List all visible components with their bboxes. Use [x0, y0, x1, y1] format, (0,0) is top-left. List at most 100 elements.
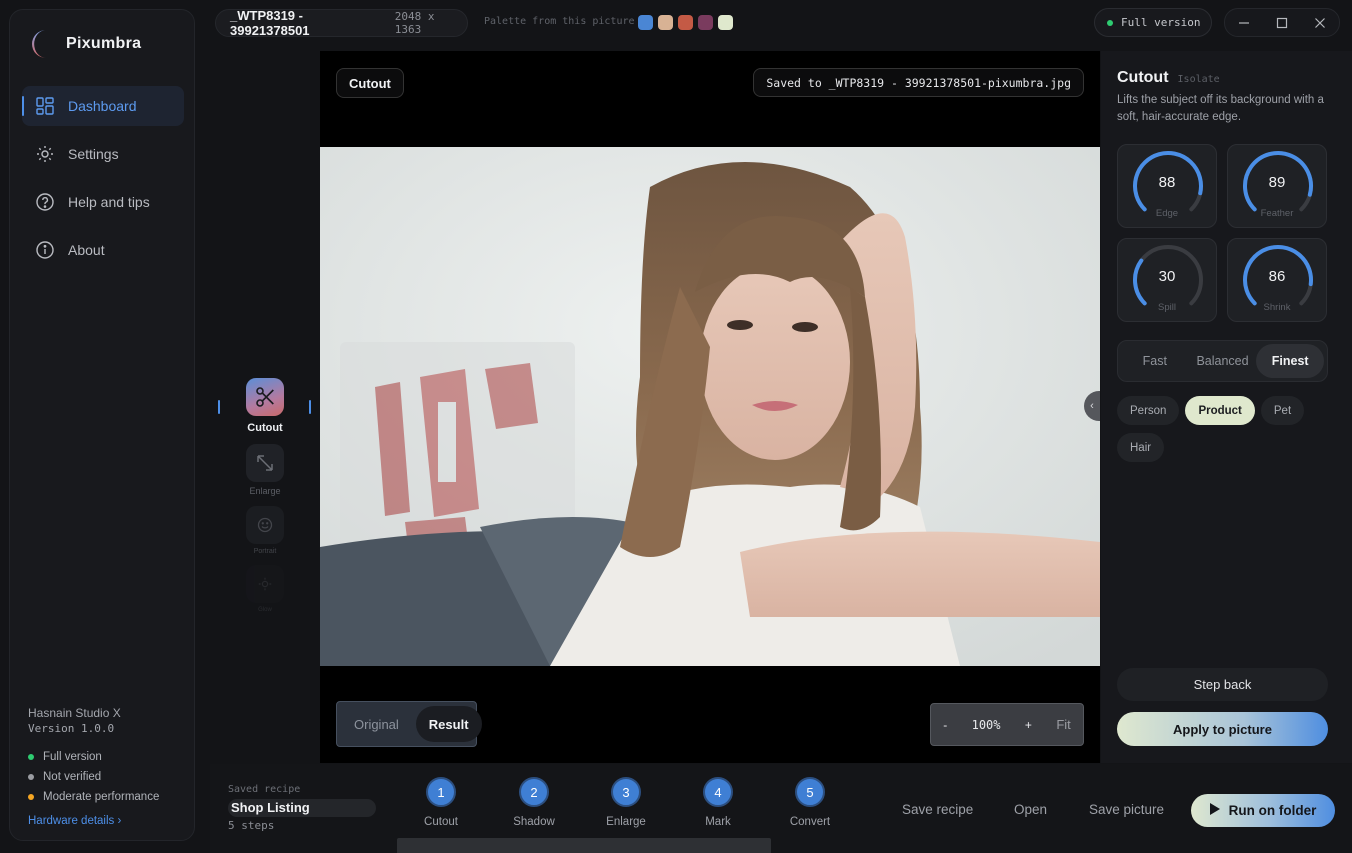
sidebar: Pixumbra Dashboard Settings Help and tip… — [9, 9, 195, 841]
file-dimensions: 2048 x 1363 — [394, 10, 435, 36]
subject-chip-pet[interactable]: Pet — [1260, 396, 1305, 425]
close-icon[interactable] — [1308, 11, 1332, 35]
quality-fast-button[interactable]: Fast — [1121, 344, 1189, 378]
window-controls — [1224, 8, 1340, 37]
palette-swatch[interactable] — [678, 15, 693, 30]
knob-value: 86 — [1268, 268, 1286, 285]
knob-value: 88 — [1158, 174, 1176, 191]
quality-balanced-button[interactable]: Balanced — [1189, 344, 1257, 378]
image-canvas[interactable]: Cutout Saved to _WTP8319 - 39921378501-p… — [320, 51, 1100, 763]
help-circle-icon — [36, 193, 54, 211]
subject-chip-hair[interactable]: Hair — [1117, 433, 1165, 462]
sidebar-item-label: Dashboard — [68, 98, 137, 114]
knob-feather[interactable]: 89 Feather — [1227, 144, 1327, 228]
compare-original-button[interactable]: Original — [341, 706, 412, 742]
active-tool-tag: Cutout — [336, 68, 404, 98]
save-picture-button[interactable]: Save picture — [1089, 802, 1164, 817]
chevron-left-icon: ‹ — [1090, 400, 1094, 412]
tool-settings-panel: Cutout Isolate Lifts the subject off its… — [1101, 51, 1352, 763]
tool-label: Cutout — [247, 422, 283, 434]
step-name: Mark — [705, 816, 731, 828]
zoom-out-button[interactable]: - — [943, 718, 947, 732]
sidebar-footer: Hasnain Studio X Version 1.0.0 Full vers… — [28, 705, 159, 827]
step-name: Enlarge — [606, 816, 646, 828]
status-dot — [28, 774, 34, 780]
sidebar-item-label: About — [68, 242, 105, 258]
step-name: Convert — [789, 816, 831, 828]
smile-face-icon — [246, 506, 284, 544]
info-circle-icon — [36, 241, 54, 259]
horizontal-scrollbar[interactable] — [397, 838, 771, 853]
saved-recipe[interactable]: Saved recipe Shop Listing 5 steps — [228, 784, 376, 832]
step-back-button[interactable]: Step back — [1117, 668, 1328, 701]
subject-chip-product[interactable]: Product — [1185, 396, 1255, 425]
recipe-step[interactable]: 5 Convert — [780, 777, 840, 828]
subject-chips: Person Product Pet Hair — [1117, 396, 1337, 462]
zoom-fit-button[interactable]: Fit — [1056, 717, 1070, 732]
tool-label: Portrait — [253, 548, 277, 555]
palette-swatch[interactable] — [718, 15, 733, 30]
sidebar-item-dashboard[interactable]: Dashboard — [22, 86, 184, 126]
maximize-icon[interactable] — [1270, 11, 1294, 35]
recipe-step[interactable]: 2 Shadow — [504, 777, 564, 828]
tool-glow[interactable]: Glow — [218, 565, 312, 613]
knob-spill[interactable]: 30 Spill — [1117, 238, 1217, 322]
tool-label: Glow — [258, 607, 272, 613]
palette-swatch[interactable] — [698, 15, 713, 30]
status-full-version: Full version — [28, 747, 159, 767]
step-name: Shadow — [513, 816, 555, 828]
palette-swatch[interactable] — [638, 15, 653, 30]
app-name: Pixumbra — [66, 35, 142, 52]
step-number: 3 — [611, 777, 641, 807]
tool-cutout[interactable]: Cutout — [218, 378, 312, 434]
recipe-step[interactable]: 3 Enlarge — [596, 777, 656, 828]
knob-shrink[interactable]: 86 Shrink — [1227, 238, 1327, 322]
file-info: _WTP8319 - 39921378501 2048 x 1363 — [215, 8, 468, 38]
panel-subtitle: Isolate — [1177, 74, 1220, 85]
tool-rail: Cutout Enlarge Portrait Glow — [218, 378, 312, 623]
knob-value: 89 — [1268, 174, 1286, 191]
dashboard-grid-icon — [36, 97, 54, 115]
step-number: 1 — [426, 777, 456, 807]
status-performance: Moderate performance — [28, 787, 159, 807]
step-name: Cutout — [424, 816, 458, 828]
file-name: _WTP8319 - 39921378501 — [230, 8, 310, 38]
recipe-step[interactable]: 1 Cutout — [411, 777, 471, 828]
license-dot — [1107, 19, 1113, 26]
knob-value: 30 — [1158, 268, 1176, 285]
tool-portrait[interactable]: Portrait — [218, 506, 312, 555]
license-badge[interactable]: Full version — [1094, 8, 1212, 37]
run-label: Run on folder — [1228, 803, 1317, 818]
app-logo[interactable]: Pixumbra — [28, 28, 141, 60]
knob-label: Shrink — [1263, 302, 1291, 313]
rail-active-marker — [218, 400, 220, 414]
zoom-level: 100% — [971, 717, 1001, 732]
apply-to-picture-button[interactable]: Apply to picture — [1117, 712, 1328, 746]
hardware-details-link[interactable]: Hardware details › — [28, 815, 159, 827]
compare-result-button[interactable]: Result — [415, 706, 482, 742]
zoom-in-button[interactable]: + — [1025, 718, 1032, 732]
minimize-icon[interactable] — [1232, 11, 1256, 35]
palette-swatch[interactable] — [658, 15, 673, 30]
saved-to-label: Saved to _WTP8319 - 39921378501-pixumbra… — [753, 68, 1084, 97]
save-recipe-button[interactable]: Save recipe — [902, 802, 973, 817]
result-photo[interactable] — [320, 147, 1100, 666]
knob-edge[interactable]: 88 Edge — [1117, 144, 1217, 228]
sidebar-item-about[interactable]: About — [22, 230, 184, 270]
sidebar-item-settings[interactable]: Settings — [22, 134, 184, 174]
subject-chip-person[interactable]: Person — [1117, 396, 1180, 425]
tool-enlarge[interactable]: Enlarge — [218, 444, 312, 496]
compare-toggle: Original Result — [336, 701, 482, 747]
rail-active-marker — [309, 400, 311, 414]
knob-label: Spill — [1158, 302, 1176, 313]
studio-name: Hasnain Studio X — [28, 706, 121, 720]
open-button[interactable]: Open — [1014, 802, 1047, 817]
run-on-folder-button[interactable]: Run on folder — [1191, 794, 1335, 827]
sidebar-item-help[interactable]: Help and tips — [22, 182, 184, 222]
recipe-name: Shop Listing — [228, 799, 376, 817]
knob-label: Feather — [1260, 208, 1294, 219]
recipe-step[interactable]: 4 Mark — [688, 777, 748, 828]
expand-arrows-icon — [246, 444, 284, 482]
panel-description: Lifts the subject off its background wit… — [1117, 94, 1324, 123]
quality-finest-button[interactable]: Finest — [1256, 344, 1325, 378]
